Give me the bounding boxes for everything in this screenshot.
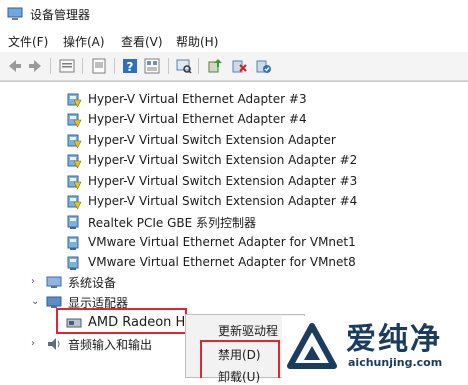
- toolbar-separator: [114, 58, 115, 74]
- help-icon[interactable]: ?: [121, 57, 139, 75]
- title-bar: 设备管理器: [0, 0, 468, 30]
- back-arrow-icon[interactable]: [6, 57, 24, 75]
- tree-node-network-adapter[interactable]: VMware Virtual Ethernet Adapter for VMne…: [0, 233, 468, 253]
- tree-node-network-adapter[interactable]: Hyper-V Virtual Switch Extension Adapter…: [0, 192, 468, 212]
- tree-node-label: Hyper-V Virtual Switch Extension Adapter…: [88, 153, 358, 167]
- network-adapter-icon: [67, 195, 82, 210]
- tree-node-network-adapter[interactable]: VMware Virtual Ethernet Adapter for VMne…: [0, 253, 468, 273]
- watermark-text: 爱纯净: [346, 322, 442, 357]
- toolbar-separator: [50, 58, 51, 74]
- toolbar-separator: [82, 58, 83, 74]
- tree-node-label: Hyper-V Virtual Switch Extension Adapter…: [88, 194, 358, 208]
- highlight-frame: [56, 308, 187, 334]
- expand-chevron-icon[interactable]: ›: [31, 339, 41, 349]
- update-driver-icon[interactable]: [206, 57, 224, 75]
- scan-hardware-icon[interactable]: [175, 57, 193, 75]
- network-adapter-icon: [67, 113, 82, 128]
- network-adapter-icon: [67, 93, 82, 108]
- tree-node-label: Hyper-V Virtual Switch Extension Adapter…: [88, 174, 358, 188]
- watermark-logo-icon: [287, 323, 337, 369]
- collapse-chevron-icon[interactable]: ⌄: [31, 297, 41, 307]
- view-icon[interactable]: [143, 57, 161, 75]
- tree-node-label: 系统设备: [68, 276, 117, 290]
- toolbar-separator: [198, 58, 199, 74]
- toolbar: ?: [0, 52, 468, 81]
- highlight-frame: [200, 340, 280, 378]
- network-adapter-icon: [67, 175, 82, 190]
- network-adapter-icon: [67, 236, 79, 250]
- network-adapter-icon: [67, 154, 82, 169]
- speaker-icon: [48, 338, 60, 350]
- network-adapter-icon: [67, 215, 79, 229]
- tree-node-label: Realtek PCIe GBE 系列控制器: [88, 216, 257, 230]
- forward-arrow-icon[interactable]: [26, 57, 44, 75]
- uninstall-icon[interactable]: [230, 57, 248, 75]
- menu-bar: 文件(F) 操作(A) 查看(V) 帮助(H): [0, 30, 468, 52]
- menu-action[interactable]: 操作(A): [63, 33, 105, 50]
- svg-text:?: ?: [127, 60, 134, 74]
- tree-node-system-devices[interactable]: › 系统设备: [0, 272, 468, 292]
- tree-node-label: Hyper-V Virtual Switch Extension Adapter: [88, 133, 336, 147]
- show-hidden-icon[interactable]: [90, 57, 108, 75]
- expand-chevron-icon[interactable]: ›: [31, 277, 41, 287]
- network-adapter-icon: [67, 134, 82, 149]
- watermark-url: aichunjing.com: [348, 356, 443, 369]
- system-device-icon: [46, 276, 62, 288]
- menu-help[interactable]: 帮助(H): [176, 33, 218, 50]
- tree-node-label: 音频输入和输出: [68, 338, 153, 352]
- tree-node-network-adapter[interactable]: Hyper-V Virtual Switch Extension Adapter: [0, 131, 468, 151]
- window-title: 设备管理器: [30, 8, 91, 22]
- tree-node-network-adapter[interactable]: Realtek PCIe GBE 系列控制器: [0, 212, 468, 232]
- tree-node-network-adapter[interactable]: Hyper-V Virtual Switch Extension Adapter…: [0, 172, 468, 192]
- tree-node-label: VMware Virtual Ethernet Adapter for VMne…: [88, 255, 356, 269]
- network-adapter-icon: [67, 256, 79, 270]
- device-manager-icon: [7, 7, 23, 20]
- menu-file[interactable]: 文件(F): [8, 33, 48, 50]
- tree-node-label: Hyper-V Virtual Ethernet Adapter #4: [88, 112, 307, 126]
- tree-node-network-adapter[interactable]: Hyper-V Virtual Ethernet Adapter #4: [0, 110, 468, 130]
- tree-node-network-adapter[interactable]: Hyper-V Virtual Switch Extension Adapter…: [0, 151, 468, 171]
- properties-icon[interactable]: [58, 57, 76, 75]
- enable-device-icon[interactable]: [254, 57, 272, 75]
- toolbar-separator: [168, 58, 169, 74]
- tree-node-label: VMware Virtual Ethernet Adapter for VMne…: [88, 235, 356, 249]
- tree-node-network-adapter[interactable]: Hyper-V Virtual Ethernet Adapter #3: [0, 90, 468, 110]
- tree-node-label: Hyper-V Virtual Ethernet Adapter #3: [88, 92, 307, 106]
- menu-view[interactable]: 查看(V): [121, 33, 163, 50]
